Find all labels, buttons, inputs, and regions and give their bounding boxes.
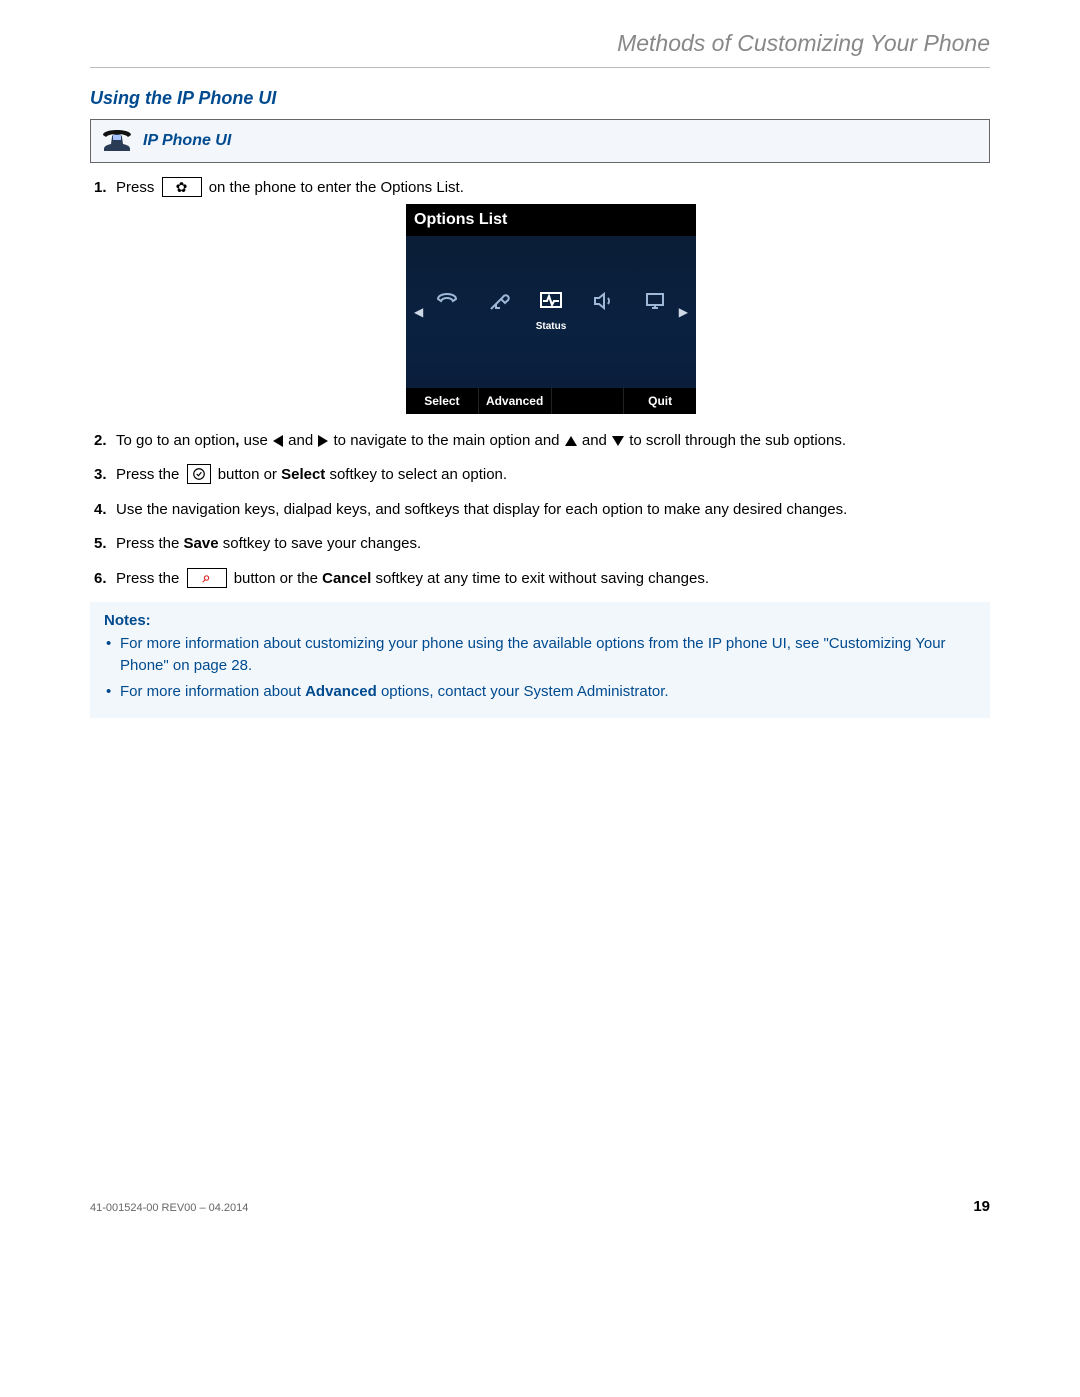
- section-title: Using the IP Phone UI: [90, 88, 990, 109]
- note-1-end: .: [248, 657, 252, 674]
- note-1-b: on: [169, 657, 194, 674]
- note-2-a: For more information about: [120, 683, 305, 700]
- header-divider: [90, 67, 990, 68]
- step-2-e: and: [578, 432, 611, 449]
- footer-page-number: 19: [973, 1198, 990, 1215]
- right-arrow-icon: [318, 435, 328, 447]
- option-status-label: Status: [536, 319, 567, 334]
- page-footer: 41-001524-00 REV00 – 04.2014 19: [90, 1198, 990, 1215]
- banner-label: IP Phone UI: [143, 132, 231, 150]
- step-6-b: button or the: [234, 570, 322, 587]
- screenshot-softkeys: Select Advanced Quit: [406, 388, 696, 414]
- page-header-breadcrumb: Methods of Customizing Your Phone: [90, 30, 990, 67]
- hangup-icon: ⌕: [203, 567, 211, 588]
- step-3-a: Press the: [116, 466, 184, 483]
- desk-phone-icon: [101, 125, 133, 157]
- softkey-blank: [552, 388, 625, 414]
- note-1: For more information about customizing y…: [106, 633, 976, 677]
- softkey-select: Select: [406, 388, 479, 414]
- notes-box: Notes: For more information about custom…: [90, 602, 990, 718]
- note-2-b: options, contact your System Administrat…: [377, 683, 669, 700]
- hangup-key-icon: ⌕: [187, 568, 227, 588]
- step-6-a: Press the: [116, 570, 184, 587]
- step-1-text-a: Press: [116, 179, 159, 196]
- step-2-d: to navigate to the main option and: [329, 432, 563, 449]
- step-4: Use the navigation keys, dialpad keys, a…: [94, 499, 986, 522]
- softkey-advanced: Advanced: [479, 388, 552, 414]
- notes-title: Notes:: [104, 612, 976, 629]
- ip-phone-ui-banner: IP Phone UI: [90, 119, 990, 163]
- step-2-b: use: [239, 432, 272, 449]
- step-2-c: and: [284, 432, 317, 449]
- screenshot-title: Options List: [406, 204, 696, 236]
- step-2-f: to scroll through the sub options.: [625, 432, 846, 449]
- step-6-c: softkey at any time to exit without savi…: [371, 570, 709, 587]
- step-6: Press the ⌕ button or the Cancel softkey…: [94, 568, 986, 591]
- gear-icon: ✿: [176, 180, 188, 194]
- step-2: To go to an option, use and to navigate …: [94, 430, 986, 453]
- footer-docid: 41-001524-00 REV00 – 04.2014: [90, 1202, 248, 1214]
- check-key-icon: [187, 464, 211, 484]
- softkey-quit: Quit: [624, 388, 696, 414]
- note-2: For more information about Advanced opti…: [106, 681, 976, 703]
- settings-key-icon: ✿: [162, 177, 202, 197]
- note-1-a: For more information about customizing y…: [120, 635, 823, 652]
- note-2-bold: Advanced: [305, 683, 377, 700]
- step-1-text-b: on the phone to enter the Options List.: [209, 179, 464, 196]
- option-call-icon: [430, 289, 464, 313]
- screenshot-left-arrow-icon: ◀: [412, 303, 425, 321]
- page-28-link[interactable]: page 28: [194, 657, 248, 674]
- step-5-a: Press the: [116, 535, 184, 552]
- step-2-a: To go to an option: [116, 432, 235, 449]
- up-arrow-icon: [565, 436, 577, 446]
- options-list-screenshot: Options List ◀ Status: [406, 204, 696, 414]
- step-5-b: softkey to save your changes.: [219, 535, 422, 552]
- step-6-bold: Cancel: [322, 570, 371, 587]
- screenshot-right-arrow-icon: ▶: [677, 303, 690, 321]
- step-3-c: softkey to select an option.: [325, 466, 507, 483]
- down-arrow-icon: [612, 436, 624, 446]
- step-1: Press ✿ on the phone to enter the Option…: [94, 177, 986, 414]
- step-3: Press the button or Select softkey to se…: [94, 464, 986, 487]
- left-arrow-icon: [273, 435, 283, 447]
- option-lock-icon: [482, 289, 516, 313]
- option-status-icon: Status: [534, 289, 568, 334]
- instruction-steps: Press ✿ on the phone to enter the Option…: [90, 177, 990, 590]
- step-5-bold: Save: [184, 535, 219, 552]
- option-display-icon: [638, 289, 672, 313]
- step-5: Press the Save softkey to save your chan…: [94, 533, 986, 556]
- screenshot-icon-row: ◀ Status: [406, 236, 696, 388]
- step-3-b: button or: [218, 466, 281, 483]
- step-3-bold: Select: [281, 466, 325, 483]
- option-audio-icon: [586, 289, 620, 313]
